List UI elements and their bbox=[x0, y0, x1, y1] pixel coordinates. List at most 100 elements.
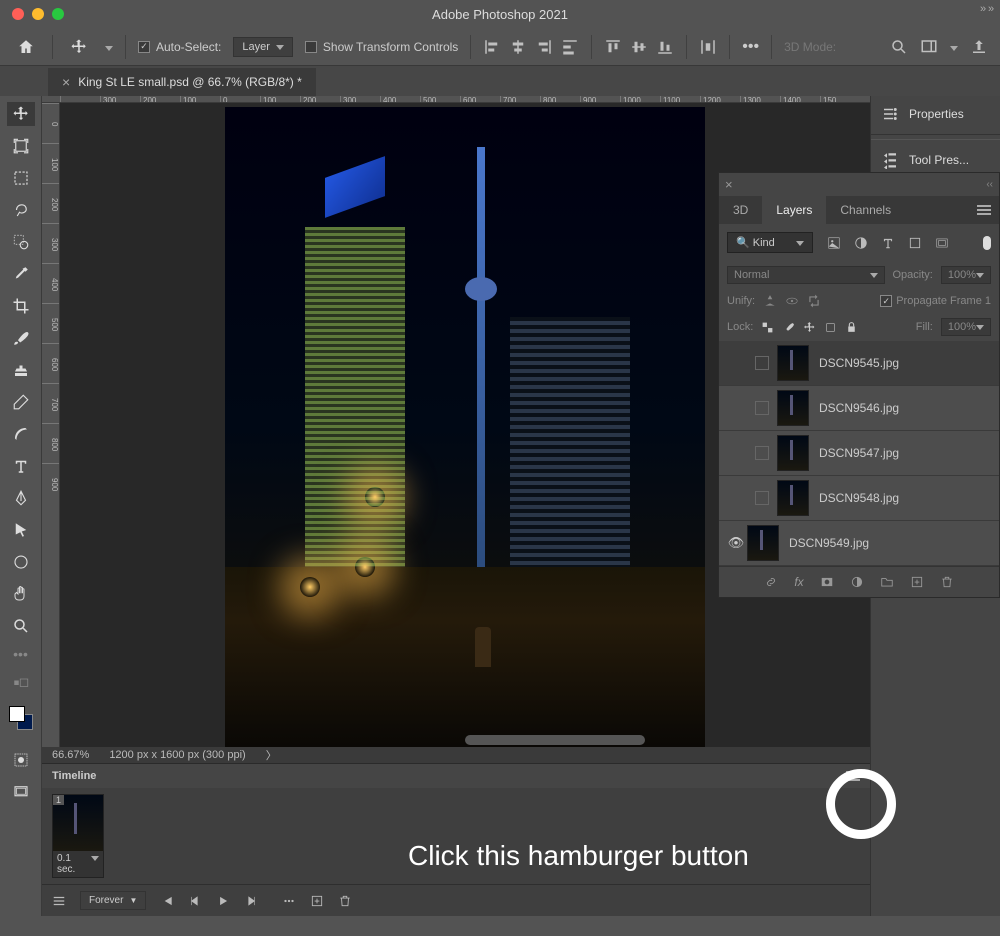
group-icon[interactable] bbox=[880, 575, 894, 589]
move-tool[interactable] bbox=[7, 102, 35, 126]
delete-layer-icon[interactable] bbox=[940, 575, 954, 589]
crop-tool[interactable] bbox=[7, 294, 35, 318]
layer-row[interactable]: 👁 DSCN9549.jpg bbox=[719, 521, 999, 566]
adjustment-layer-icon[interactable] bbox=[850, 575, 864, 589]
layer-checkbox[interactable] bbox=[755, 356, 769, 370]
loop-dropdown[interactable]: Forever ▼ bbox=[80, 891, 146, 910]
marquee-tool[interactable] bbox=[7, 166, 35, 190]
workspace-dropdown[interactable] bbox=[950, 40, 958, 54]
layer-mask-icon[interactable] bbox=[820, 575, 834, 589]
layer-thumbnail[interactable] bbox=[777, 345, 809, 381]
layer-fx-icon[interactable]: fx bbox=[794, 575, 803, 589]
layer-thumbnail[interactable] bbox=[777, 435, 809, 471]
artboard-tool[interactable] bbox=[7, 134, 35, 158]
edit-toolbar-icon[interactable] bbox=[7, 670, 35, 694]
layer-thumbnail[interactable] bbox=[777, 390, 809, 426]
layers-panel-menu-icon[interactable] bbox=[977, 205, 991, 215]
propagate-frame-checkbox[interactable] bbox=[880, 295, 892, 307]
layer-thumbnail[interactable] bbox=[777, 480, 809, 516]
layer-filter-kind-dropdown[interactable]: 🔍 Kind bbox=[727, 232, 813, 253]
doc-info[interactable]: 1200 px x 1600 px (300 ppi) bbox=[109, 749, 245, 761]
opacity-field[interactable]: 100% bbox=[941, 266, 991, 284]
zoom-tool[interactable] bbox=[7, 614, 35, 638]
blend-mode-dropdown[interactable]: Normal bbox=[727, 266, 885, 284]
filter-pixel-icon[interactable] bbox=[827, 236, 841, 250]
layer-checkbox[interactable] bbox=[755, 401, 769, 415]
toolbox-more-icon[interactable]: ••• bbox=[13, 646, 28, 662]
more-align-icon[interactable] bbox=[561, 38, 579, 56]
visibility-toggle[interactable]: 👁 bbox=[725, 535, 747, 551]
fill-field[interactable]: 100% bbox=[941, 318, 991, 336]
workspace-icon[interactable] bbox=[920, 38, 938, 56]
color-swatch[interactable] bbox=[9, 706, 33, 730]
filter-smart-icon[interactable] bbox=[935, 236, 949, 250]
unify-style-icon[interactable] bbox=[807, 294, 821, 308]
lock-all-icon[interactable] bbox=[845, 321, 858, 334]
align-middle-icon[interactable] bbox=[630, 38, 648, 56]
layer-name[interactable]: DSCN9549.jpg bbox=[789, 536, 869, 550]
gradient-tool[interactable] bbox=[7, 422, 35, 446]
pen-tool[interactable] bbox=[7, 486, 35, 510]
panel-tab-channels[interactable]: Channels bbox=[826, 196, 905, 224]
timeline-convert-icon[interactable] bbox=[52, 894, 66, 908]
delete-frame-icon[interactable] bbox=[338, 894, 352, 908]
show-transform-checkbox[interactable] bbox=[305, 41, 317, 53]
home-button[interactable] bbox=[12, 35, 40, 59]
lock-artboard-icon[interactable] bbox=[824, 321, 837, 334]
type-tool[interactable] bbox=[7, 454, 35, 478]
align-bottom-icon[interactable] bbox=[656, 38, 674, 56]
panel-tab-3d[interactable]: 3D bbox=[719, 196, 762, 224]
prev-frame-icon[interactable] bbox=[188, 894, 202, 908]
next-frame-icon[interactable] bbox=[244, 894, 258, 908]
collapse-right-icon[interactable] bbox=[974, 2, 990, 16]
layer-name[interactable]: DSCN9547.jpg bbox=[819, 446, 899, 460]
layer-row[interactable]: DSCN9547.jpg bbox=[719, 431, 999, 476]
status-chevron-icon[interactable]: 〉 bbox=[266, 747, 277, 763]
lock-transparent-icon[interactable] bbox=[761, 321, 774, 334]
auto-select-checkbox[interactable] bbox=[138, 41, 150, 53]
hand-tool[interactable] bbox=[7, 582, 35, 606]
layer-name[interactable]: DSCN9548.jpg bbox=[819, 491, 899, 505]
link-layers-icon[interactable] bbox=[764, 575, 778, 589]
horizontal-scrollbar[interactable] bbox=[465, 735, 645, 745]
share-icon[interactable] bbox=[970, 38, 988, 56]
screenmode-icon[interactable] bbox=[7, 780, 35, 804]
timeline-menu-icon[interactable] bbox=[846, 771, 860, 781]
clone-stamp-tool[interactable] bbox=[7, 358, 35, 382]
auto-select-target-dropdown[interactable]: Layer bbox=[233, 37, 293, 57]
more-options-icon[interactable]: ••• bbox=[742, 38, 759, 56]
layer-checkbox[interactable] bbox=[755, 446, 769, 460]
align-center-h-icon[interactable] bbox=[509, 38, 527, 56]
search-icon[interactable] bbox=[890, 38, 908, 56]
window-close-button[interactable] bbox=[12, 8, 24, 20]
align-left-icon[interactable] bbox=[483, 38, 501, 56]
new-layer-icon[interactable] bbox=[910, 575, 924, 589]
eyedropper-tool[interactable] bbox=[7, 262, 35, 286]
lasso-tool[interactable] bbox=[7, 198, 35, 222]
tween-icon[interactable] bbox=[282, 894, 296, 908]
distribute-icon[interactable] bbox=[699, 38, 717, 56]
play-icon[interactable] bbox=[216, 894, 230, 908]
lock-image-icon[interactable] bbox=[782, 321, 795, 334]
first-frame-icon[interactable] bbox=[160, 894, 174, 908]
close-panel-icon[interactable]: × bbox=[725, 177, 733, 192]
tool-preset-dropdown[interactable] bbox=[105, 40, 113, 54]
vertical-ruler[interactable]: 0100200300400500600700800900 bbox=[42, 103, 60, 747]
eraser-tool[interactable] bbox=[7, 390, 35, 414]
shape-tool[interactable] bbox=[7, 550, 35, 574]
unify-position-icon[interactable] bbox=[763, 294, 777, 308]
align-right-icon[interactable] bbox=[535, 38, 553, 56]
layer-name[interactable]: DSCN9546.jpg bbox=[819, 401, 899, 415]
move-tool-icon[interactable] bbox=[65, 35, 93, 59]
panel-button-properties[interactable]: Properties bbox=[871, 96, 1000, 132]
frame-duration-dropdown[interactable] bbox=[91, 853, 99, 875]
collapse-panel-icon[interactable]: ‹‹ bbox=[986, 179, 993, 190]
layer-thumbnail[interactable] bbox=[747, 525, 779, 561]
close-tab-icon[interactable]: × bbox=[62, 74, 70, 90]
layer-row[interactable]: DSCN9545.jpg bbox=[719, 341, 999, 386]
window-minimize-button[interactable] bbox=[32, 8, 44, 20]
layer-name[interactable]: DSCN9545.jpg bbox=[819, 356, 899, 370]
lock-position-icon[interactable] bbox=[803, 321, 816, 334]
filter-type-icon[interactable] bbox=[881, 236, 895, 250]
filter-toggle[interactable] bbox=[983, 236, 991, 250]
